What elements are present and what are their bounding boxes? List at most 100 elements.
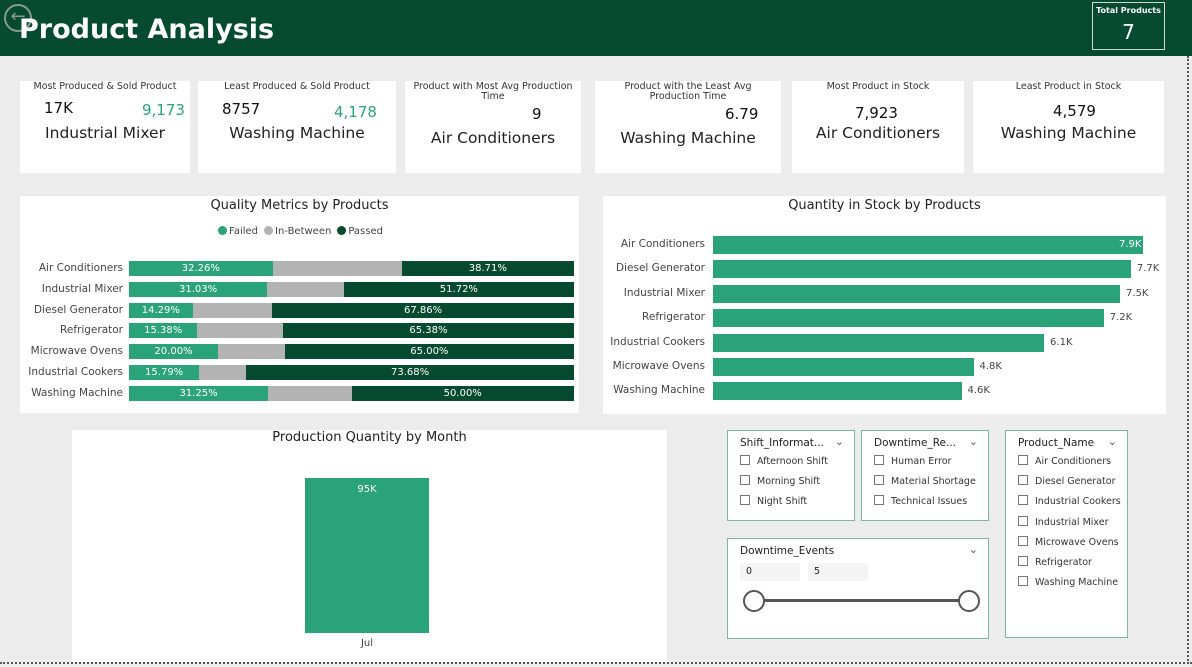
legend-dot-icon	[337, 226, 347, 235]
quality-bar-segment	[272, 261, 402, 276]
kpi-value-produced: 17K	[44, 99, 73, 117]
slicer-option[interactable]: Night Shift	[740, 495, 807, 507]
kpi-card-least-avg-time: Product with the Least Avg Production Ti…	[595, 81, 781, 173]
range-min-input[interactable]: 0	[740, 563, 800, 581]
legend-label: In-Between	[275, 226, 332, 237]
slicer-option[interactable]: Air Conditioners	[1018, 455, 1111, 467]
shift-slicer[interactable]: Shift_Informat... ⌄ Afternoon Shift Morn…	[727, 430, 855, 521]
checkbox[interactable]	[1018, 515, 1028, 526]
quality-bar-segment	[218, 344, 285, 360]
option-label: Morning Shift	[757, 476, 821, 487]
kpi-label: Product with Most Avg Production Time	[413, 81, 573, 102]
stock-bar	[713, 309, 1104, 328]
stock-data-label: 7.9K	[1119, 239, 1142, 250]
checkbox[interactable]	[874, 455, 884, 465]
kpi-value: 7,923	[855, 104, 898, 122]
stock-bar	[713, 260, 1131, 279]
slicer-option[interactable]: Morning Shift	[740, 475, 820, 487]
checkbox[interactable]	[1018, 556, 1028, 566]
kpi-value: 9	[532, 105, 542, 123]
kpi-card-most-avg-time: Product with Most Avg Production Time 9 …	[405, 81, 581, 173]
legend-item-passed[interactable]: Passed	[337, 226, 383, 237]
quality-bar-segment: 73.68%	[246, 365, 574, 380]
quality-bar-segment: 14.29%	[129, 302, 193, 318]
stock-data-label: 4.6K	[967, 385, 990, 397]
stock-data-label: 4.8K	[979, 361, 1002, 372]
product-name-slicer[interactable]: Product_Name ⌄ Air Conditioners Diesel Ge…	[1005, 430, 1128, 638]
slicer-option[interactable]: Afternoon Shift	[740, 455, 828, 467]
checkbox[interactable]	[740, 455, 750, 465]
slicer-option[interactable]: Technical Issues	[874, 495, 967, 507]
checkbox[interactable]	[874, 495, 884, 505]
option-label: Human Error	[891, 456, 952, 467]
checkbox[interactable]	[874, 475, 884, 485]
chevron-down-icon[interactable]: ⌄	[969, 543, 978, 556]
slicer-option[interactable]: Industrial Mixer	[1018, 515, 1109, 528]
stock-category-label: Microwave Ovens	[612, 360, 705, 372]
quality-category-label: Microwave Ovens	[30, 345, 123, 358]
range-slider-track[interactable]	[754, 599, 970, 602]
kpi-label: Least Product in Stock	[1015, 81, 1122, 92]
stock-category-label: Washing Machine	[613, 384, 705, 397]
stock-category-label: Industrial Mixer	[623, 286, 705, 299]
checkbox[interactable]	[1018, 576, 1028, 587]
kpi-card-least-produced: Least Produced & Sold Product 8757 4,178…	[198, 81, 396, 173]
total-products-value: 7	[1122, 20, 1135, 44]
legend-dot-icon	[264, 226, 274, 235]
quality-bar-segment: 15.38%	[129, 323, 198, 339]
quality-chart-title: Quality Metrics by Products	[210, 198, 389, 213]
quality-category-label: Diesel Generator	[34, 303, 123, 316]
quality-legend: Failed In-Between Passed	[218, 226, 383, 237]
quality-category-label: Washing Machine	[31, 386, 123, 399]
chevron-down-icon[interactable]: ⌄	[835, 435, 844, 448]
chevron-down-icon[interactable]: ⌄	[1108, 435, 1117, 448]
legend-item-in-between[interactable]: In-Between	[264, 226, 331, 237]
checkbox[interactable]	[1018, 475, 1028, 486]
range-max-input[interactable]: 5	[808, 563, 868, 581]
downtime-reason-slicer[interactable]: Downtime_Re... ⌄ Human Error Material Sh…	[861, 430, 989, 521]
checkbox[interactable]	[1018, 535, 1028, 546]
kpi-value: 4,579	[1053, 102, 1096, 120]
quality-bar-segment: 32.26%	[129, 261, 273, 276]
kpi-label: Most Produced & Sold Product	[33, 81, 177, 92]
quality-bar-segment: 51.72%	[343, 281, 574, 297]
quality-bar-segment: 65.38%	[283, 323, 574, 339]
range-slider-min-handle[interactable]	[743, 590, 765, 612]
option-label: Air Conditioners	[1035, 456, 1112, 467]
quality-category-label: Air Conditioners	[38, 262, 123, 274]
slicer-option[interactable]: Washing Machine	[1018, 576, 1118, 588]
quality-bar-segment: 65.00%	[284, 344, 574, 360]
slicer-option[interactable]: Human Error	[874, 455, 951, 467]
kpi-label: Product with the Least Avg Production Ti…	[624, 81, 752, 102]
checkbox[interactable]	[740, 495, 750, 505]
kpi-card-least-stock: Least Product in Stock 4,579 Washing Mac…	[973, 81, 1164, 173]
checkbox[interactable]	[1018, 495, 1028, 506]
option-label: Night Shift	[757, 496, 808, 507]
range-slider-max-handle[interactable]	[958, 590, 980, 612]
kpi-product-name: Washing Machine	[620, 129, 756, 147]
stock-bar	[713, 236, 1143, 254]
quality-bar-segment	[197, 323, 283, 339]
stock-chart-title: Quantity in Stock by Products	[788, 198, 981, 213]
slicer-option[interactable]: Material Shortage	[874, 475, 976, 487]
stock-category-label: Diesel Generator	[616, 262, 705, 275]
legend-item-failed[interactable]: Failed	[218, 226, 258, 237]
stock-bar	[713, 333, 1045, 352]
quality-bar-segment: 20.00%	[129, 344, 218, 360]
checkbox[interactable]	[740, 475, 750, 485]
slicer-option[interactable]: Microwave Ovens	[1018, 535, 1119, 548]
legend-dot-icon	[218, 226, 227, 235]
kpi-product-name: Washing Machine	[229, 124, 365, 142]
option-label: Washing Machine	[1035, 577, 1119, 589]
slicer-option[interactable]: Diesel Generator	[1018, 475, 1116, 487]
slicer-option[interactable]: Industrial Cookers	[1018, 495, 1121, 507]
stock-category-label: Refrigerator	[642, 311, 705, 324]
canvas-border-bottom	[0, 662, 1192, 664]
kpi-label: Most Product in Stock	[826, 81, 930, 92]
chevron-down-icon[interactable]: ⌄	[969, 435, 978, 448]
downtime-events-slicer[interactable]: Downtime_Events ⌄ 0 5	[727, 538, 989, 639]
quality-bar-segment: 31.03%	[129, 281, 268, 297]
checkbox[interactable]	[1018, 455, 1028, 465]
slicer-option[interactable]: Refrigerator	[1018, 556, 1092, 568]
quality-bar-segment: 50.00%	[351, 385, 574, 401]
